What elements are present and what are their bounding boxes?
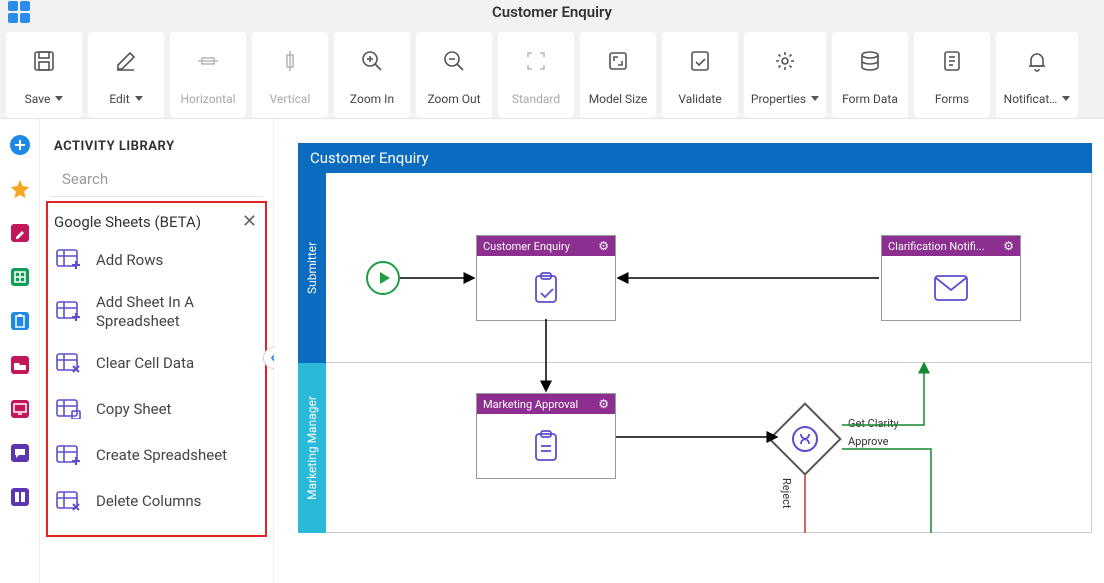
rail-monitor-icon[interactable] (8, 397, 32, 421)
model-size-icon (606, 46, 630, 76)
library-item-label: Add Sheet In A Spreadsheet (96, 293, 257, 331)
toolbar-vertical-button: Vertical (252, 32, 328, 118)
left-icon-rail (0, 119, 40, 583)
library-item-add-rows[interactable]: Add Rows (52, 237, 261, 283)
library-item-label: Copy Sheet (96, 400, 171, 419)
toolbar-horizontal-button: Horizontal (170, 32, 246, 118)
toolbar-zoom-in-button[interactable]: Zoom In (334, 32, 410, 118)
toolbar-label: Horizontal (180, 92, 235, 106)
gear-icon[interactable]: ⚙ (598, 397, 609, 411)
edge-label-approve: Approve (846, 435, 890, 448)
validate-icon (688, 46, 712, 76)
library-item-create-ss[interactable]: Create Spreadsheet (52, 433, 261, 479)
library-item-label: Delete Columns (96, 492, 201, 511)
toolbar-model-size-button[interactable]: Model Size (580, 32, 656, 118)
library-item-clear-cell[interactable]: Clear Cell Data (52, 341, 261, 387)
sheet-action-icon (56, 489, 82, 515)
sheet-action-icon (56, 351, 82, 377)
toolbar-label: Save (25, 92, 64, 106)
library-search-input[interactable] (62, 170, 261, 188)
sheet-action-icon (56, 397, 82, 423)
align-h-icon (196, 46, 220, 76)
rail-add-icon[interactable] (8, 133, 32, 157)
diagram-title: Customer Enquiry (298, 143, 1092, 173)
rail-star-icon[interactable] (8, 177, 32, 201)
rail-columns-icon[interactable] (8, 485, 32, 509)
align-v-icon (278, 46, 302, 76)
toolbar-label: Edit (109, 92, 142, 106)
library-item-delete-cols[interactable]: Delete Columns (52, 479, 261, 525)
task-label: Marketing Approval (483, 398, 578, 411)
toolbar-label: Properties (751, 92, 819, 106)
library-item-label: Clear Cell Data (96, 354, 194, 373)
rail-sheets-icon[interactable] (8, 265, 32, 289)
gateway-complex-icon (792, 426, 818, 452)
properties-icon (773, 46, 797, 76)
task-label: Clarification Notifi... (888, 240, 985, 253)
zoom-in-icon (360, 46, 384, 76)
library-group-highlighted: Google Sheets (BETA) ✕ Add Rows Add Sheet… (46, 201, 267, 537)
zoom-out-icon (442, 46, 466, 76)
form-data-icon (858, 46, 882, 76)
task-clarification-notification[interactable]: Clarification Notifi... ⚙ (881, 235, 1021, 321)
toolbar-label: Form Data (842, 92, 898, 106)
toolbar: Save Edit Horizontal Vertical Zoom In Zoom Ou… (0, 24, 1104, 119)
toolbar-label: Notificat… (1004, 92, 1071, 106)
clipboard-icon (529, 429, 563, 463)
toolbar-label: Zoom Out (427, 92, 480, 106)
toolbar-save-button[interactable]: Save (6, 32, 82, 118)
activity-library-panel: ACTIVITY LIBRARY Google Sheets (BETA) ✕ … (40, 119, 274, 583)
library-item-label: Add Rows (96, 251, 163, 270)
swimlane-header-submitter[interactable]: Submitter (298, 173, 326, 363)
page-title: Customer Enquiry (0, 3, 1104, 21)
library-item-copy-sheet[interactable]: Copy Sheet (52, 387, 261, 433)
edge-label-get-clarity: Get Clarity (846, 417, 901, 430)
toolbar-properties-button[interactable]: Properties (744, 32, 826, 118)
task-customer-enquiry[interactable]: Customer Enquiry ⚙ (476, 235, 616, 321)
sheet-action-icon (56, 443, 82, 469)
library-item-label: Create Spreadsheet (96, 446, 227, 465)
toolbar-forms-button[interactable]: Forms (914, 32, 990, 118)
gateway-node[interactable] (768, 402, 842, 476)
toolbar-label: Model Size (589, 92, 648, 106)
rail-folder-icon[interactable] (8, 353, 32, 377)
rail-chat-icon[interactable] (8, 441, 32, 465)
toolbar-zoom-out-button[interactable]: Zoom Out (416, 32, 492, 118)
library-item-add-sheet[interactable]: Add Sheet In A Spreadsheet (52, 283, 261, 341)
toolbar-edit-button[interactable]: Edit (88, 32, 164, 118)
rail-clipboard-icon[interactable] (8, 309, 32, 333)
toolbar-label: Zoom In (350, 92, 394, 106)
toolbar-validate-button[interactable]: Validate (662, 32, 738, 118)
mail-icon (933, 274, 969, 302)
task-marketing-approval[interactable]: Marketing Approval ⚙ (476, 393, 616, 479)
edge-label-reject: Reject (778, 478, 795, 508)
task-label: Customer Enquiry (483, 240, 570, 253)
bell-icon (1025, 46, 1049, 76)
library-title: ACTIVITY LIBRARY (40, 119, 273, 170)
toolbar-label: Vertical (270, 92, 311, 106)
close-icon[interactable]: ✕ (242, 213, 257, 231)
process-canvas[interactable]: Customer Enquiry Submitter Marketing Man… (274, 119, 1104, 583)
save-icon (32, 46, 56, 76)
gear-icon[interactable]: ⚙ (598, 239, 609, 253)
swimlane-header-marketing-manager[interactable]: Marketing Manager (298, 363, 326, 533)
edit-icon (114, 46, 138, 76)
forms-icon (940, 46, 964, 76)
toolbar-form-data-button[interactable]: Form Data (832, 32, 908, 118)
toolbar-label: Validate (678, 92, 721, 106)
toolbar-notifications-button[interactable]: Notificat… (996, 32, 1078, 118)
sheet-action-icon (56, 299, 82, 325)
fit-icon (524, 46, 548, 76)
app-launcher-icon[interactable] (8, 1, 30, 23)
library-group-name: Google Sheets (BETA) (54, 213, 201, 231)
toolbar-label: Standard (512, 92, 560, 106)
start-event-node[interactable] (366, 261, 400, 295)
toolbar-label: Forms (935, 92, 969, 106)
sheet-action-icon (56, 247, 82, 273)
clipboard-check-icon (529, 271, 563, 305)
toolbar-standard-button: Standard (498, 32, 574, 118)
rail-edit-note-icon[interactable] (8, 221, 32, 245)
gear-icon[interactable]: ⚙ (1003, 239, 1014, 253)
